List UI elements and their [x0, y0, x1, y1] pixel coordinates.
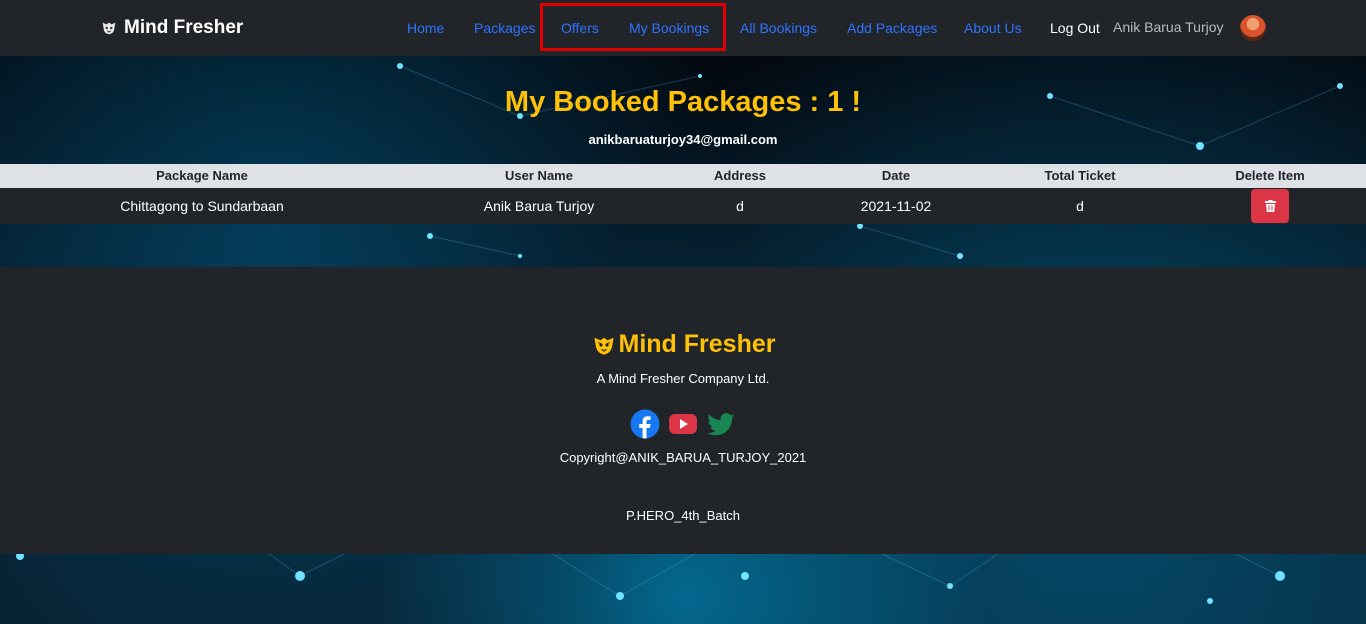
- navbar-brand[interactable]: Mind Fresher: [100, 17, 243, 39]
- cell-user-name: Anik Barua Turjoy: [483, 198, 595, 214]
- nav-link-packages[interactable]: Packages: [474, 20, 535, 36]
- column-header-user-name: User Name: [505, 168, 573, 183]
- brand-name: Mind Fresher: [124, 17, 244, 38]
- column-header-delete-item: Delete Item: [1235, 168, 1305, 183]
- user-email: anikbaruaturjoy34@gmail.com: [588, 132, 778, 147]
- company-name: A Mind Fresher Company Ltd.: [596, 371, 770, 386]
- copyright-text: Copyright@ANIK_BARUA_TURJOY_2021: [559, 450, 807, 465]
- logout-button[interactable]: Log Out: [1050, 20, 1100, 36]
- table-row: Chittagong to Sundarbaan Anik Barua Turj…: [0, 188, 1366, 224]
- tiger-logo-icon: [593, 337, 614, 355]
- nav-link-home[interactable]: Home: [407, 20, 444, 36]
- column-header-total-ticket: Total Ticket: [1044, 168, 1116, 183]
- page-title: My Booked Packages : 1 !: [504, 86, 862, 118]
- column-header-package-name: Package Name: [156, 168, 248, 183]
- batch-text: P.HERO_4th_Batch: [626, 508, 740, 523]
- nav-link-about-us[interactable]: About Us: [964, 20, 1022, 36]
- delete-booking-button[interactable]: [1251, 189, 1289, 223]
- twitter-icon[interactable]: [706, 409, 736, 439]
- footer-brand-name: Mind Fresher: [618, 330, 776, 358]
- highlight-annotation-box: [540, 3, 726, 51]
- footer-brand: Mind Fresher: [0, 330, 1366, 359]
- column-header-date: Date: [881, 168, 911, 183]
- cell-date: 2021-11-02: [860, 198, 932, 214]
- facebook-icon[interactable]: [630, 409, 660, 439]
- nav-link-add-packages[interactable]: Add Packages: [847, 20, 937, 36]
- trash-icon: [1264, 200, 1276, 212]
- column-header-address: Address: [713, 168, 767, 183]
- cell-address: d: [736, 198, 744, 214]
- nav-link-all-bookings[interactable]: All Bookings: [740, 20, 817, 36]
- user-name: Anik Barua Turjoy: [1113, 19, 1224, 35]
- youtube-icon[interactable]: [668, 409, 698, 439]
- footer: Mind Fresher A Mind Fresher Company Ltd.…: [0, 267, 1366, 554]
- cell-total-ticket: d: [1076, 198, 1084, 214]
- social-links: [0, 409, 1366, 439]
- table-header-row: Package Name User Name Address Date Tota…: [0, 164, 1366, 188]
- tiger-logo-icon: [102, 22, 116, 35]
- cell-package-name: Chittagong to Sundarbaan: [120, 198, 284, 214]
- avatar[interactable]: [1240, 15, 1266, 41]
